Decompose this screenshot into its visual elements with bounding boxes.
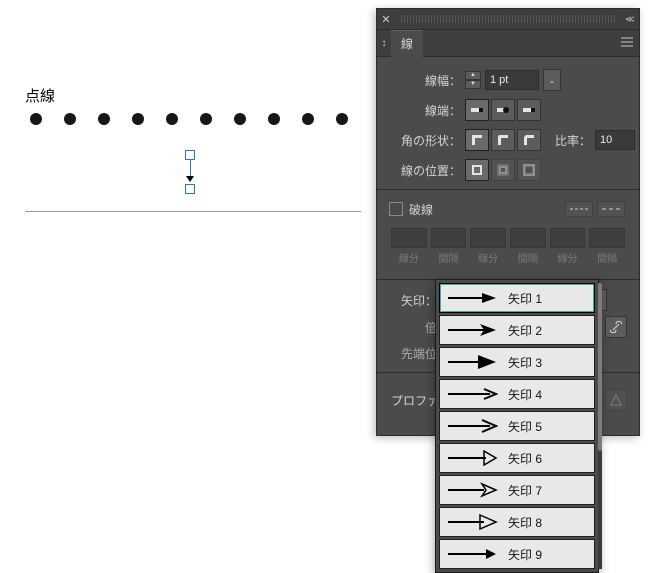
dashed-fields (381, 222, 635, 248)
weight-dropdown-icon[interactable]: ⌄ (543, 69, 561, 91)
panel-drag-grip[interactable] (401, 15, 615, 23)
join-round-icon[interactable] (491, 129, 515, 151)
label-arrow-scale: 倍 (389, 319, 441, 336)
profile-flip-icon[interactable] (605, 389, 627, 411)
panel-tabbar: ↕ 線 (377, 30, 639, 57)
arrowhead-dropdown: 矢印 1 矢印 2 矢印 3 矢印 4 矢印 5 矢印 6 矢印 7 矢印 8 (435, 279, 599, 573)
label-cap: 線端： (381, 102, 465, 119)
label-weight: 線幅： (381, 72, 465, 89)
cap-projecting-icon[interactable] (517, 99, 541, 121)
arrow-option-8[interactable]: 矢印 8 (439, 507, 595, 537)
path-handle[interactable] (184, 150, 196, 194)
align-center-icon[interactable] (465, 159, 489, 181)
join-miter-icon[interactable] (465, 129, 489, 151)
dash-field-1[interactable] (391, 228, 427, 248)
dotted-line-sample (30, 113, 370, 125)
arrow-option-4[interactable]: 矢印 4 (439, 379, 595, 409)
dash-field-6[interactable] (589, 228, 625, 248)
label-arrowheads: 矢印： (389, 292, 441, 309)
dashed-labels: 線分 間隔 線分 間隔 線分 間隔 (381, 248, 635, 273)
row-stroke-weight: 線幅： ▲▼ 1 pt ⌄ (381, 67, 635, 93)
tab-switch-icon[interactable]: ↕ (377, 38, 391, 49)
dash-field-2[interactable] (431, 228, 467, 248)
panel-header[interactable]: ✕ ≪ (377, 9, 639, 30)
label-limit: 比率： (549, 132, 595, 149)
row-align-stroke: 線の位置： (381, 157, 635, 183)
label-dashed: 破線 (409, 201, 433, 218)
arrow-option-2[interactable]: 矢印 2 (439, 315, 595, 345)
join-bevel-icon[interactable] (517, 129, 541, 151)
label-join: 角の形状： (381, 132, 465, 149)
miter-limit-field[interactable]: 10 (595, 130, 635, 150)
row-join: 角の形状： 比率： 10 (381, 127, 635, 153)
weight-field[interactable]: 1 pt (485, 70, 539, 90)
cap-butt-icon[interactable] (465, 99, 489, 121)
close-icon[interactable]: ✕ (377, 13, 395, 26)
arrow-option-1[interactable]: 矢印 1 (439, 283, 595, 313)
arrow-option-7[interactable]: 矢印 7 (439, 475, 595, 505)
row-cap: 線端： (381, 97, 635, 123)
arrow-option-3[interactable]: 矢印 3 (439, 347, 595, 377)
dash-preserve-icon[interactable] (565, 201, 593, 217)
tab-stroke[interactable]: 線 (391, 30, 423, 57)
weight-stepper[interactable]: ▲▼ (465, 71, 481, 89)
dash-field-4[interactable] (510, 228, 546, 248)
dash-field-3[interactable] (470, 228, 506, 248)
arrow-option-6[interactable]: 矢印 6 (439, 443, 595, 473)
align-inside-icon[interactable] (491, 159, 515, 181)
dropdown-scrollbar-thumb[interactable] (598, 283, 602, 451)
align-outside-icon[interactable] (517, 159, 541, 181)
dash-align-icon[interactable] (597, 201, 625, 217)
arrow-option-9[interactable]: 矢印 9 (439, 539, 595, 569)
dashed-checkbox[interactable] (389, 202, 403, 216)
dash-field-5[interactable] (550, 228, 586, 248)
label-arrow-align: 先端位 (389, 345, 441, 362)
row-dashed: 破線 (381, 196, 635, 222)
collapse-chevron-icon[interactable]: ≪ (621, 14, 639, 25)
link-scale-icon[interactable] (605, 316, 627, 338)
panel-menu-icon[interactable] (615, 36, 639, 50)
arrow-option-5[interactable]: 矢印 5 (439, 411, 595, 441)
canvas-area: 点線 (0, 0, 375, 571)
cap-round-icon[interactable] (491, 99, 515, 121)
label-align: 線の位置： (381, 162, 465, 179)
canvas-dotted-label: 点線 (25, 85, 55, 106)
selected-line-object[interactable] (25, 211, 361, 212)
